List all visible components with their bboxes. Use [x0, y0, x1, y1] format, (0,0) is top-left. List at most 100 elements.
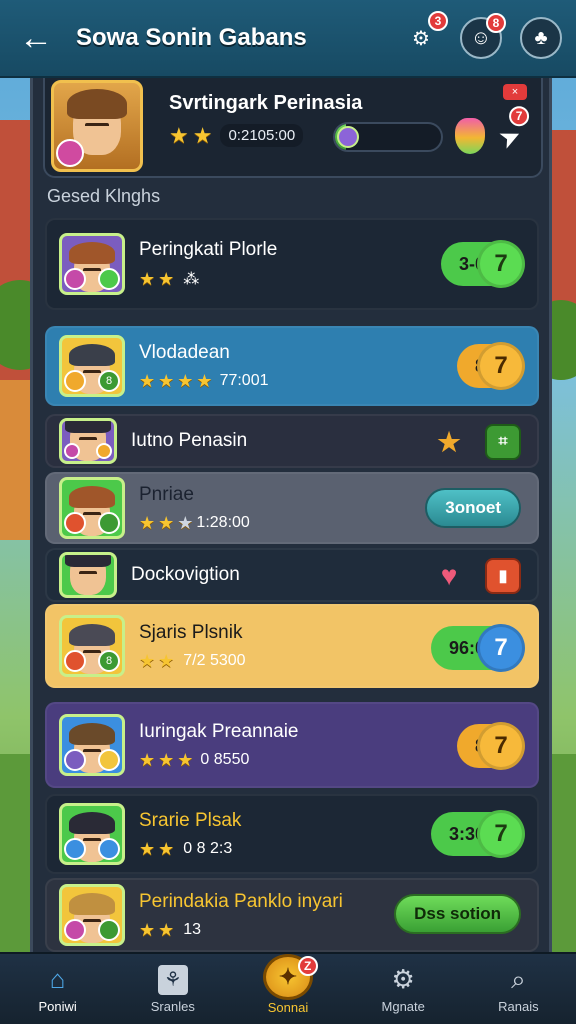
xp-progress-bar [333, 122, 443, 152]
nav-label: Sranles [150, 998, 195, 1014]
nav-settings[interactable]: ⚙ Mgnate [346, 954, 461, 1024]
list-item[interactable]: Iutno Penasin ★ ⌗ [45, 414, 539, 468]
avatar [59, 233, 125, 295]
level-chip-icon [96, 443, 112, 459]
row-extra: ⁂ [183, 271, 200, 288]
bonus-button[interactable]: 3onoet [425, 488, 521, 528]
row-extra: 1:28:00 [196, 514, 250, 531]
check-icon: 7 [477, 624, 525, 672]
star-icon: ★ [158, 269, 175, 289]
star-icon: ★ [192, 122, 213, 148]
home-icon: ⌂ [49, 964, 66, 994]
level-chip-icon: 8 [98, 370, 120, 392]
star-icon: ★ [139, 269, 156, 289]
claim-button[interactable]: 96:0 7 [430, 624, 525, 672]
list-item[interactable]: Peringkati Plorle ★ ★ ⁂ 3-0 7 [45, 218, 539, 310]
profile-icon[interactable]: ☺ 8 [460, 13, 506, 59]
rank-badge-icon [56, 139, 84, 167]
gift-icon[interactable]: ▮ [485, 558, 521, 594]
claim-button[interactable]: 8 7 [456, 722, 525, 770]
class-chip-icon [64, 370, 86, 392]
check-icon: 7 [477, 810, 525, 858]
avatar [59, 714, 125, 776]
star-icon: ★ [177, 371, 194, 391]
gear-icon[interactable]: ⚙ 3 [400, 11, 448, 59]
gear-icon: ⚙ [391, 964, 415, 994]
list-item[interactable]: Pnriae ★ ★ ★ 1:28:00 3onoet [45, 472, 539, 544]
list-item[interactable]: Srarie Plsak ★ ★ 0 8 2:3 3:30 7 [45, 794, 539, 874]
row-extra: 7/2 5300 [183, 652, 246, 669]
back-arrow-icon[interactable]: ← [14, 16, 58, 60]
list-item[interactable]: Dockovigtion ♥ ▮ [45, 548, 539, 602]
class-chip-icon [64, 650, 86, 672]
star-icon: ★ [139, 513, 156, 533]
row-extra: 77:001 [219, 372, 269, 389]
avatar [59, 884, 125, 946]
potion-icon[interactable] [455, 118, 485, 154]
claim-button[interactable]: 3-0 7 [440, 240, 525, 288]
scroll-icon: ⚘ [157, 964, 188, 995]
star-icon: ★ [196, 371, 213, 391]
bottom-nav: ⌂ Poniwi ⚘ Sranles ✦ Z Sonnai ⚙ Mgnate ⌕… [0, 952, 576, 1024]
map-pin-icon[interactable]: ♣ [520, 17, 562, 59]
list-item[interactable]: 8 Vlodadean ★ ★ ★ ★ 77:001 8 7 [45, 326, 539, 406]
app-title: Sowa Sonin Gabans [76, 24, 307, 51]
action-button[interactable]: Dss sotion [394, 894, 521, 934]
claim-button[interactable]: 3:30 7 [430, 810, 525, 858]
avatar [59, 477, 125, 539]
class-chip-icon [64, 838, 86, 860]
send-icon[interactable]: ➤ 7 [487, 106, 532, 159]
claim-button[interactable]: 8 7 [456, 342, 525, 390]
star-icon: ★ [158, 920, 175, 940]
section-label: Gesed Klnghs [47, 186, 161, 206]
row-name: Dockovigtion [131, 564, 240, 585]
avatar: 8 [59, 615, 125, 677]
nav-label: Ranais [498, 998, 539, 1014]
top-bar: ← Sowa Sonin Gabans ⚙ 3 ☺ 8 ♣ [0, 0, 576, 78]
star-reward-icon[interactable]: ★ [431, 424, 467, 460]
class-chip-icon [64, 268, 86, 290]
search-icon: ⌕ [511, 963, 526, 994]
gear-badge: 3 [428, 11, 448, 31]
level-chip-icon [98, 919, 120, 941]
gift-icon[interactable]: ⌗ [485, 424, 521, 460]
main-panel: Svrtingark Perinasia ★ ★ 0:2105:00 × ➤ 7… [30, 78, 552, 952]
nav-scrolls[interactable]: ⚘ Sranles [115, 954, 230, 1024]
nav-center[interactable]: ✦ Z Sonnai [230, 953, 345, 1024]
star-icon: ★ [177, 750, 194, 770]
check-icon: 7 [477, 722, 525, 770]
class-chip-icon [64, 512, 86, 534]
row-extra: 0 8 2:3 [183, 840, 233, 857]
player-timer: 0:2105:00 [220, 124, 304, 147]
player-avatar[interactable] [51, 80, 143, 172]
player-stars: ★ ★ 0:2105:00 [169, 122, 304, 148]
star-icon: ★ [139, 750, 156, 770]
level-chip-icon [98, 749, 120, 771]
nav-label: Poniwi [38, 998, 77, 1014]
list-item[interactable]: Iuringak Preannaie ★ ★ ★ 0 8550 8 7 [45, 702, 539, 788]
avatar [59, 803, 125, 865]
star-icon: ★ [139, 920, 156, 940]
nav-search[interactable]: ⌕ Ranais [461, 954, 576, 1024]
player-name: Svrtingark Perinasia [169, 92, 363, 114]
star-icon: ★ [158, 651, 175, 671]
class-chip-icon [64, 919, 86, 941]
send-badge: 7 [509, 106, 530, 127]
row-name: Iutno Penasin [131, 430, 248, 451]
star-empty-icon: ★ [177, 513, 194, 533]
list-item[interactable]: 8 Sjaris Plsnik ★ ★ 7/2 5300 96:0 7 [45, 604, 539, 688]
level-chip-icon [98, 838, 120, 860]
player-profile-card[interactable]: Svrtingark Perinasia ★ ★ 0:2105:00 × ➤ 7 [43, 78, 543, 178]
star-icon: ★ [139, 371, 156, 391]
nav-home[interactable]: ⌂ Poniwi [0, 954, 115, 1024]
star-icon: ★ [158, 750, 175, 770]
star-icon: ★ [158, 839, 175, 859]
class-chip-icon [64, 749, 86, 771]
list-item[interactable]: Perindakia Panklo inyari ★ ★ 13 Dss soti… [45, 878, 539, 952]
row-extra: 0 8550 [200, 751, 250, 768]
level-chip-icon [98, 268, 120, 290]
profile-badge: 8 [486, 13, 506, 33]
heart-icon[interactable]: ♥ [431, 558, 467, 594]
star-icon: ★ [158, 513, 175, 533]
close-flag-icon[interactable]: × [503, 84, 527, 100]
